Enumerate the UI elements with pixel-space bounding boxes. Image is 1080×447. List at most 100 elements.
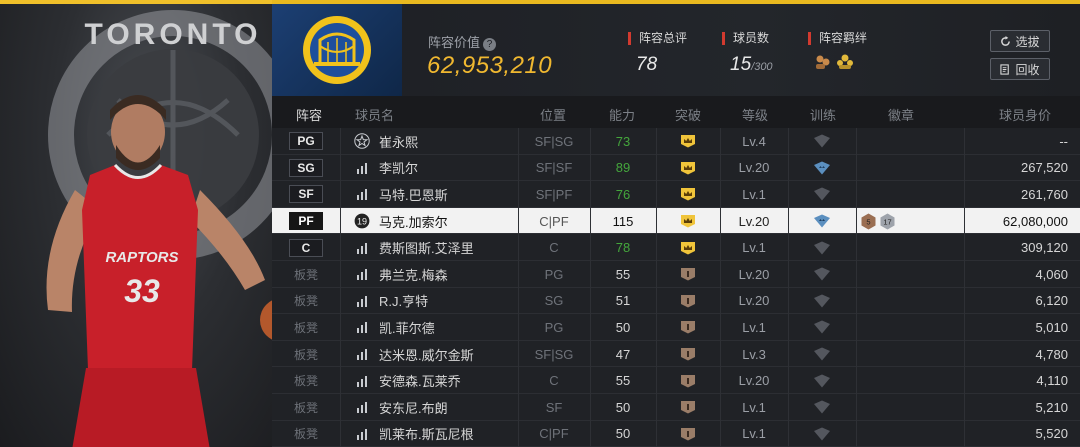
lineup-slot[interactable]: 板凳 [294,266,318,283]
player-level: Lv.1 [742,426,766,442]
recycle-button[interactable]: 回收 [990,58,1050,80]
table-row[interactable]: PG 崔永熙 SF|SG 73 Lv.4 -- [272,128,1080,155]
player-ability: 78 [615,240,631,256]
table-row[interactable]: 板凳 安德森.瓦莱乔 C 55 Lv.20 4,110 [272,367,1080,394]
table-row[interactable]: 板凳 达米恩.威尔金斯 SF|SG 47 Lv.3 4,780 [272,341,1080,368]
training-cell [788,155,856,182]
lineup-slot[interactable]: 板凳 [294,372,318,389]
player-position: SF|PF [535,186,573,202]
lineup-value-label: 阵容价值? [428,32,497,51]
star-icon [354,133,370,149]
player-name[interactable]: 崔永熙 [379,132,418,151]
player-level: Lv.1 [742,240,766,256]
bond-group-icon[interactable] [836,53,854,71]
lineup-slot[interactable]: 板凳 [294,346,318,363]
lineup-value: 62,953,210 [427,52,553,79]
player-level: Lv.4 [742,133,766,149]
player-name[interactable]: 李凯尔 [379,158,418,177]
lineup-slot[interactable]: C [289,238,323,257]
lineup-slot-cell: PG [272,128,340,155]
table-row[interactable]: PF 19 马克.加索尔 C|PF 115 Lv.20 5 17 62,080,000 [272,207,1080,235]
warriors-logo-icon [303,16,371,84]
lineup-slot-cell: 板凳 [272,341,340,368]
roster-table-header: 阵容 球员名 位置 能力 突破 等级 训练 徽章 球员身价 [272,96,1080,128]
training-cell [788,181,856,208]
badge-cell [860,421,960,447]
player-name[interactable]: 安东尼.布朗 [379,398,448,417]
bronze-tier-icon [681,401,695,414]
player-price: -- [1059,133,1068,149]
table-row[interactable]: 板凳 安东尼.布朗 SF 50 Lv.1 5,210 [272,394,1080,421]
table-row[interactable]: 板凳 弗兰克.梅森 PG 55 Lv.20 4,060 [272,261,1080,288]
player-position: C [549,240,559,256]
select-button[interactable]: 选拔 [990,30,1050,52]
training-empty-icon [814,427,830,441]
lineup-slot[interactable]: PF [289,212,323,231]
table-row[interactable]: SF 马特.巴恩斯 SF|PF 76 Lv.1 261,760 [272,181,1080,208]
breakthrough-cell [656,181,720,208]
table-row[interactable]: C 费斯图斯.艾泽里 C 78 Lv.1 309,120 [272,234,1080,261]
breakthrough-cell [656,394,720,421]
col-training[interactable]: 训练 [810,105,836,124]
lineup-slot[interactable]: 板凳 [294,425,318,442]
player-name[interactable]: 达米恩.威尔金斯 [379,345,474,364]
player-name[interactable]: 费斯图斯.艾泽里 [379,238,474,257]
bars-icon [357,269,367,281]
player-name[interactable]: 凯.菲尔德 [379,318,435,337]
player-level: Lv.1 [742,319,766,335]
player-name[interactable]: 安德森.瓦莱乔 [379,371,461,390]
player-price: 5,010 [1035,319,1068,335]
player-name[interactable]: 马特.巴恩斯 [379,185,448,204]
col-position[interactable]: 位置 [540,105,566,124]
table-row[interactable]: 板凳 凯莱布.斯瓦尼根 C|PF 50 Lv.1 5,520 [272,421,1080,447]
lineup-slot[interactable]: SG [289,158,323,177]
svg-text:17: 17 [883,217,891,226]
player-level: Lv.1 [742,399,766,415]
training-cell [788,341,856,368]
col-level[interactable]: 等级 [742,105,768,124]
lineup-slot-cell: 板凳 [272,394,340,421]
col-breakthrough[interactable]: 突破 [675,105,701,124]
lineup-slot-cell: SF [272,181,340,208]
player-position: C|PF [539,213,569,229]
lineup-slot[interactable]: 板凳 [294,399,318,416]
column-divider [788,128,789,447]
bond-hands-icon[interactable] [814,53,832,71]
player-name[interactable]: 马克.加索尔 [379,212,448,231]
training-cell [788,128,856,155]
lineup-bond-stat: 阵容羁绊 [808,32,867,71]
player-name[interactable]: 凯莱布.斯瓦尼根 [379,424,474,443]
badge-cell [860,181,960,208]
table-row[interactable]: SG 李凯尔 SF|SF 89 Lv.20 267,520 [272,155,1080,182]
lineup-slot[interactable]: PG [289,132,323,151]
col-badges[interactable]: 徽章 [888,105,914,124]
player-ability: 50 [615,426,631,442]
player-name[interactable]: 弗兰克.梅森 [379,265,448,284]
lineup-slot[interactable]: 板凳 [294,292,318,309]
lineup-slot[interactable]: SF [289,185,323,204]
player-ability: 47 [615,346,631,362]
training-empty-icon [814,294,830,308]
col-price[interactable]: 球员身价 [999,105,1051,124]
bars-icon [357,322,367,334]
badge-icon: 17 [880,213,895,230]
lineup-slot[interactable]: 板凳 [294,319,318,336]
player-name[interactable]: R.J.亨特 [379,291,428,310]
bars-icon [357,375,367,387]
col-lineup[interactable]: 阵容 [296,105,322,124]
lineup-rating-stat: 阵容总评 78 [628,32,687,76]
lineup-slot-cell: 板凳 [272,288,340,315]
breakthrough-cell [656,288,720,315]
column-divider [964,128,965,447]
help-icon[interactable]: ? [483,38,497,51]
table-row[interactable]: 板凳 R.J.亨特 SG 51 Lv.20 6,120 [272,288,1080,315]
player-count-label: 球员数 [722,32,773,45]
col-player-name[interactable]: 球员名 [355,105,394,124]
col-ability[interactable]: 能力 [609,105,635,124]
player-price: 62,080,000 [1002,213,1068,229]
training-shield-icon [814,161,830,175]
player-level: Lv.20 [738,160,770,176]
table-row[interactable]: 板凳 凯.菲尔德 PG 50 Lv.1 5,010 [272,314,1080,341]
player-name-cell: 达米恩.威尔金斯 [354,341,514,368]
svg-text:5: 5 [866,217,870,226]
